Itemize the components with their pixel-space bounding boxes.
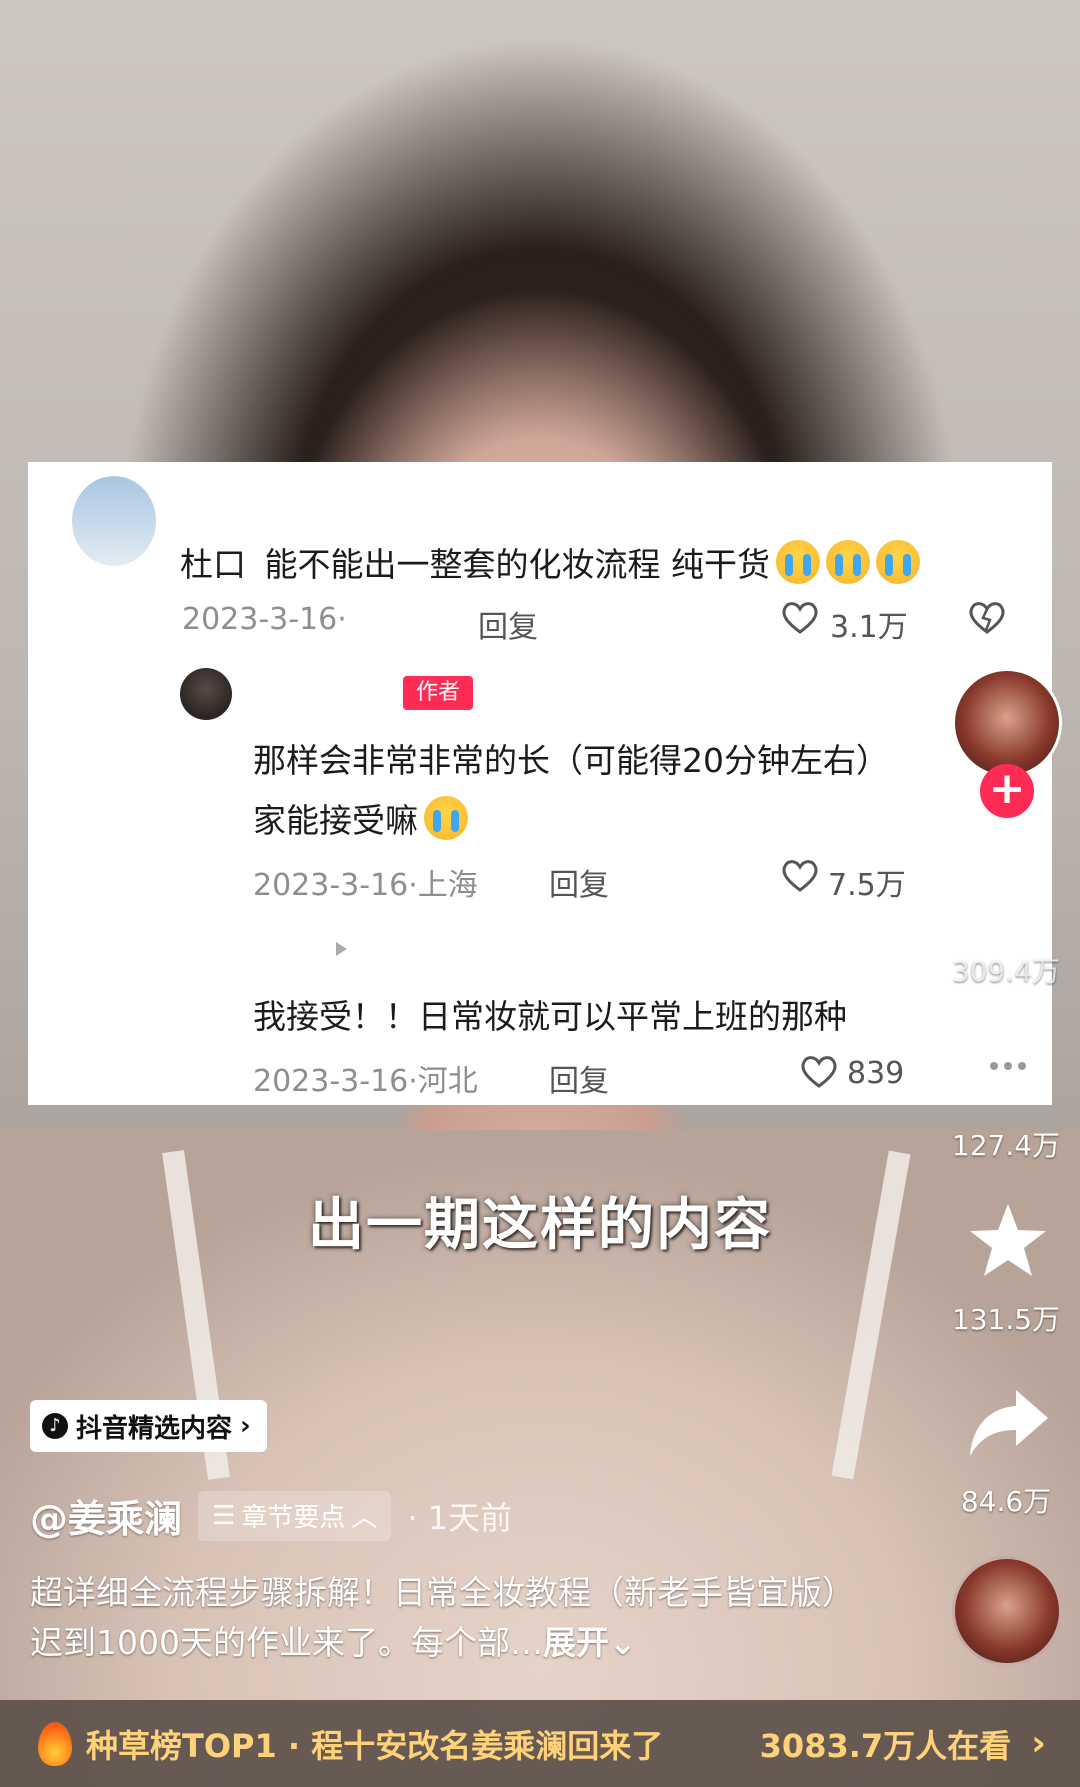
favorite-count: 131.5万 bbox=[951, 1303, 1061, 1336]
heart-outline-icon[interactable] bbox=[781, 858, 819, 892]
chevron-right-icon: › bbox=[240, 1411, 251, 1441]
featured-content-chip[interactable]: ♪ 抖音精选内容 › bbox=[30, 1400, 267, 1452]
share-count: 84.6万 bbox=[960, 1485, 1052, 1518]
top-comment-date: 2023-3-16· bbox=[182, 602, 347, 637]
description-text: 超详细全流程步骤拆解！日常全妆教程（新老手皆宜版） 迟到1000天的作业来了。每… bbox=[30, 1573, 855, 1662]
crying-emoji-icon bbox=[424, 796, 468, 840]
featured-content-label: 抖音精选内容 bbox=[76, 1413, 233, 1444]
chevron-up-icon: ︿ bbox=[351, 1503, 378, 1533]
flame-icon bbox=[38, 1721, 72, 1766]
top-comment-text: 能不能出一整套的化妆流程 纯干货 bbox=[264, 545, 771, 584]
author-name[interactable]: @姜乘澜 bbox=[30, 1488, 182, 1543]
douyin-logo-icon: ♪ bbox=[42, 1413, 68, 1439]
comment-count: 127.4万 bbox=[951, 1129, 1061, 1162]
crying-emoji-icon bbox=[826, 540, 870, 584]
heart-outline-icon[interactable] bbox=[800, 1054, 838, 1088]
author-reply-reply-button[interactable]: 回复 bbox=[549, 860, 609, 904]
crying-emoji-icon bbox=[876, 540, 920, 584]
author-reply-line2: 家能接受嘛 bbox=[253, 794, 468, 842]
author-reply-avatar bbox=[180, 668, 232, 720]
commenter-name-fragment: 杜口 bbox=[180, 545, 246, 584]
share-arrow-icon[interactable] bbox=[966, 1386, 1050, 1460]
author-badge: 作者 bbox=[403, 676, 473, 710]
author-line: @姜乘澜 ☰ 章节要点 ︿ · 1天前 bbox=[30, 1488, 512, 1543]
expand-button[interactable]: 展开⌄ bbox=[543, 1623, 637, 1662]
author-reply-line2-text: 家能接受嘛 bbox=[253, 801, 418, 840]
crying-emoji-icon bbox=[776, 540, 820, 584]
viewer-count: 3083.7万人在看 bbox=[759, 1726, 1012, 1765]
comment-bubble-icon[interactable] bbox=[966, 1030, 1050, 1106]
video-description: 超详细全流程步骤拆解！日常全妆教程（新老手皆宜版） 迟到1000天的作业来了。每… bbox=[30, 1568, 860, 1668]
hot-ranking-title: 种草榜TOP1 · 程十安改名姜乘澜回来了 bbox=[86, 1726, 664, 1765]
third-comment-likes: 839 bbox=[847, 1056, 905, 1091]
third-comment-text: 我接受！！日常妆就可以平常上班的那种 bbox=[253, 997, 847, 1036]
like-heart-icon[interactable] bbox=[962, 850, 1054, 934]
music-disc-avatar[interactable] bbox=[952, 1556, 1062, 1666]
author-reply-meta: 2023-3-16·上海 bbox=[253, 868, 478, 903]
expand-triangle-icon[interactable] bbox=[332, 940, 350, 958]
author-reply-likes: 7.5万 bbox=[828, 868, 906, 903]
third-comment-meta: 2023-3-16·河北 bbox=[253, 1064, 478, 1099]
top-comment-likes: 3.1万 bbox=[830, 610, 908, 645]
list-icon: ☰ bbox=[212, 1500, 236, 1531]
chapter-points-button[interactable]: ☰ 章节要点 ︿ bbox=[198, 1490, 392, 1541]
favorite-star-icon[interactable] bbox=[966, 1200, 1050, 1280]
chapter-points-label: 章节要点 bbox=[241, 1503, 346, 1533]
follow-button[interactable]: + bbox=[980, 764, 1034, 818]
top-comment-reply-button[interactable]: 回复 bbox=[478, 602, 538, 646]
third-comment-reply-button[interactable]: 回复 bbox=[549, 1056, 609, 1100]
commenter-avatar bbox=[72, 476, 156, 566]
top-comment: 杜口 能不能出一整套的化妆流程 纯干货 bbox=[180, 538, 920, 586]
hot-ranking-bar[interactable]: 种草榜TOP1 · 程十安改名姜乘澜回来了 3083.7万人在看 › bbox=[0, 1700, 1080, 1787]
like-count: 309.4万 bbox=[951, 955, 1061, 988]
chevron-down-icon: ⌄ bbox=[608, 1623, 637, 1662]
author-reply-line1: 那样会非常非常的长（可能得20分钟左右） bbox=[253, 741, 889, 780]
post-time: · 1天前 bbox=[407, 1498, 513, 1537]
chevron-right-icon: › bbox=[1031, 1723, 1046, 1764]
heart-outline-icon[interactable] bbox=[781, 600, 819, 634]
expand-label: 展开 bbox=[542, 1623, 609, 1662]
dislike-heart-icon[interactable] bbox=[968, 600, 1006, 634]
video-subtitle: 出一期这样的内容 bbox=[308, 1193, 772, 1258]
creator-avatar[interactable] bbox=[952, 668, 1062, 778]
